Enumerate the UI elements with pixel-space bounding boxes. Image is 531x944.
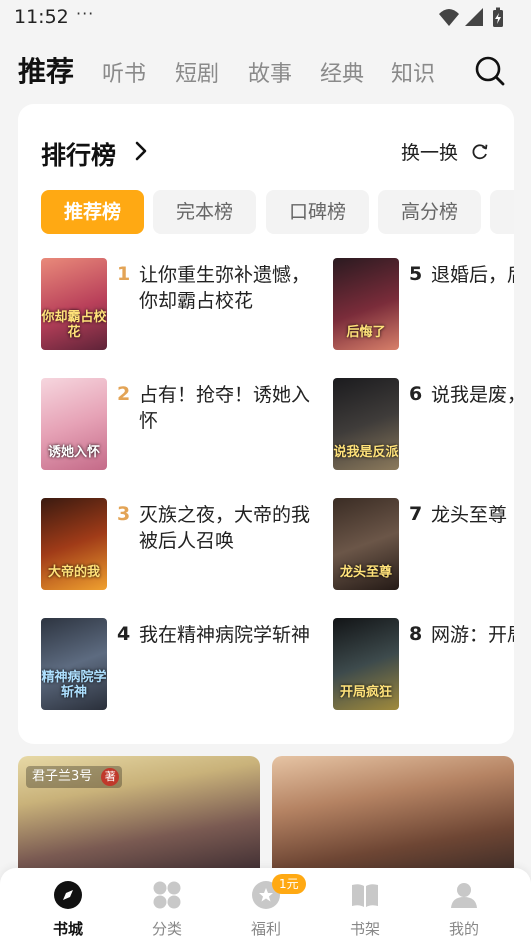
search-icon[interactable]: [474, 55, 506, 87]
rank-number: 6: [409, 383, 423, 405]
welfare-badge: 1元: [272, 874, 306, 894]
book-title: 说我是废，竟然成真: [431, 384, 514, 406]
refresh-icon: [472, 143, 488, 159]
cover-title: 诱她入怀: [47, 445, 100, 460]
book-title: 退婚后，后悔了: [431, 264, 514, 286]
book-item[interactable]: 精神病院学斩神 4 我在精神病院学斩神: [41, 618, 321, 710]
book-item[interactable]: 龙头至尊 7 龙头至尊: [333, 498, 514, 590]
tab-audiobook[interactable]: 听书: [102, 56, 146, 88]
book-title: 龙头至尊: [431, 504, 508, 526]
book-cover: 说我是反派: [333, 378, 399, 470]
rank-number: 5: [409, 263, 423, 285]
rank-tab-reputation[interactable]: 口碑榜: [266, 190, 369, 234]
status-bar: 11:52 ···: [0, 0, 531, 38]
nav-label: 福利: [250, 920, 281, 938]
refresh-button[interactable]: 换一换: [401, 138, 489, 164]
rank-number: 3: [117, 503, 131, 525]
rank-number: 8: [409, 623, 423, 645]
nav-label: 分类: [151, 920, 182, 938]
featured-banner[interactable]: 君子兰3号 著: [18, 756, 260, 876]
book-cover: 后悔了: [333, 258, 399, 350]
cover-title: 你却霸占校花: [41, 310, 107, 340]
cover-title: 说我是反派: [333, 445, 399, 460]
book-title: 让你重生弥补遗憾，你却霸占校花: [139, 264, 311, 312]
ranking-title[interactable]: 排行榜: [41, 136, 116, 172]
tab-stories[interactable]: 故事: [248, 56, 292, 88]
book-item[interactable]: 开局疯狂 8 网游：开局疯狂: [333, 618, 514, 710]
book-item[interactable]: 后悔了 5 退婚后，后悔了: [333, 258, 514, 350]
featured-banner[interactable]: [272, 756, 514, 876]
chevron-right-icon[interactable]: [133, 140, 149, 162]
book-item[interactable]: 诱她入怀 2 占有！抢夺！诱她入怀: [41, 378, 321, 470]
rank-number: 4: [117, 623, 131, 645]
ranking-card: 排行榜 换一换 推荐榜 完本榜 口碑榜 高分榜 你却霸占校花 1 让你重生弥补遗…: [18, 104, 514, 744]
rank-number: 1: [117, 263, 131, 285]
compass-icon: [54, 881, 82, 909]
author-name: 君子兰3号: [32, 769, 93, 784]
rank-number: 2: [117, 383, 131, 405]
notification-dots-icon: ···: [76, 4, 95, 23]
top-nav: 推荐 听书 短剧 故事 经典 知识: [0, 40, 531, 98]
book-title: 占有！抢夺！诱她入怀: [139, 384, 311, 432]
tab-recommend[interactable]: 推荐: [18, 50, 74, 90]
book-title: 灭族之夜，大帝的我被后人召唤: [139, 504, 311, 552]
nav-welfare[interactable]: 1元 福利: [226, 874, 306, 940]
nav-category[interactable]: 分类: [127, 876, 207, 940]
tab-classics[interactable]: 经典: [320, 56, 364, 88]
refresh-label: 换一换: [401, 142, 459, 164]
author-tag: 君子兰3号 著: [26, 766, 123, 788]
bookshelf-icon: [352, 884, 378, 907]
tab-knowledge[interactable]: 知识: [391, 56, 435, 88]
rank-number: 7: [409, 503, 423, 525]
tab-short-drama[interactable]: 短剧: [175, 56, 219, 88]
cover-title: 开局疯狂: [339, 685, 392, 700]
nav-profile[interactable]: 我的: [424, 876, 504, 940]
book-cover: 大帝的我: [41, 498, 107, 590]
nav-bookstore[interactable]: 书城: [28, 876, 108, 940]
cover-title: 龙头至尊: [339, 565, 392, 580]
bottom-nav: 书城 分类 1元 福利 书架 我的: [0, 868, 531, 944]
nav-bookshelf[interactable]: 书架: [325, 876, 405, 940]
book-title: 网游：开局疯狂: [431, 624, 514, 646]
cover-title: 精神病院学斩神: [41, 670, 107, 700]
book-item[interactable]: 大帝的我 3 灭族之夜，大帝的我被后人召唤: [41, 498, 321, 590]
signal-icon: [465, 8, 483, 26]
system-status-icons: [439, 7, 503, 27]
status-time: 11:52: [14, 6, 69, 28]
book-cover: 诱她入怀: [41, 378, 107, 470]
author-badge: 著: [101, 768, 120, 786]
book-cover: 精神病院学斩神: [41, 618, 107, 710]
nav-label: 我的: [448, 920, 479, 938]
cover-title: 后悔了: [346, 325, 386, 340]
grid-icon: [153, 881, 181, 909]
cover-title: 大帝的我: [47, 565, 100, 580]
profile-icon: [451, 883, 477, 908]
book-cover: 你却霸占校花: [41, 258, 107, 350]
nav-label: 书城: [52, 920, 83, 938]
book-cover: 龙头至尊: [333, 498, 399, 590]
rank-tab-high-score[interactable]: 高分榜: [378, 190, 481, 234]
rank-tab-more[interactable]: [490, 190, 514, 234]
book-item[interactable]: 说我是反派 6 说我是废，竟然成真: [333, 378, 514, 470]
book-item[interactable]: 你却霸占校花 1 让你重生弥补遗憾，你却霸占校花: [41, 258, 321, 350]
book-cover: 开局疯狂: [333, 618, 399, 710]
book-title: 我在精神病院学斩神: [139, 624, 311, 646]
wifi-icon: [439, 9, 459, 26]
rank-tab-completed[interactable]: 完本榜: [153, 190, 256, 234]
rank-tab-recommend[interactable]: 推荐榜: [41, 190, 144, 234]
nav-label: 书架: [349, 920, 380, 938]
